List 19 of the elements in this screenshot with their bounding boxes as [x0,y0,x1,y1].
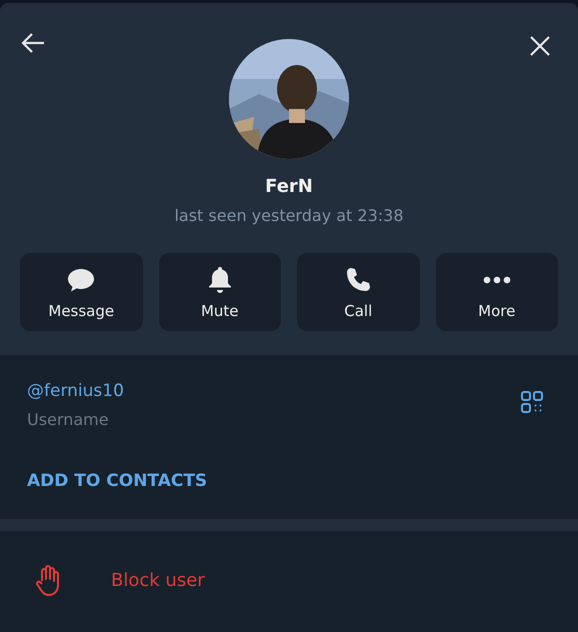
username-value[interactable]: @fernius10 [27,379,124,403]
bell-icon [208,266,232,294]
action-button[interactable]: Call [297,253,420,331]
back-icon[interactable] [20,32,46,54]
phone-icon [345,267,372,293]
block-user-row[interactable]: Block user [0,531,578,597]
chat-bubble-icon [67,267,96,293]
hand-icon [36,565,62,597]
close-icon[interactable] [529,35,551,57]
username-label: Username [27,409,110,431]
action-button[interactable]: Message [20,253,142,331]
qr-code-icon[interactable] [520,390,544,414]
add-to-contacts-button[interactable]: ADD TO CONTACTS [27,469,208,493]
last-seen-status: last seen yesterday at 23:38 [174,205,404,227]
action-button[interactable]: Mute [158,253,281,331]
block-user-label: Block user [111,569,205,593]
profile-name: FerN [265,175,313,199]
more-icon [482,276,511,284]
action-button[interactable]: More [436,253,558,331]
